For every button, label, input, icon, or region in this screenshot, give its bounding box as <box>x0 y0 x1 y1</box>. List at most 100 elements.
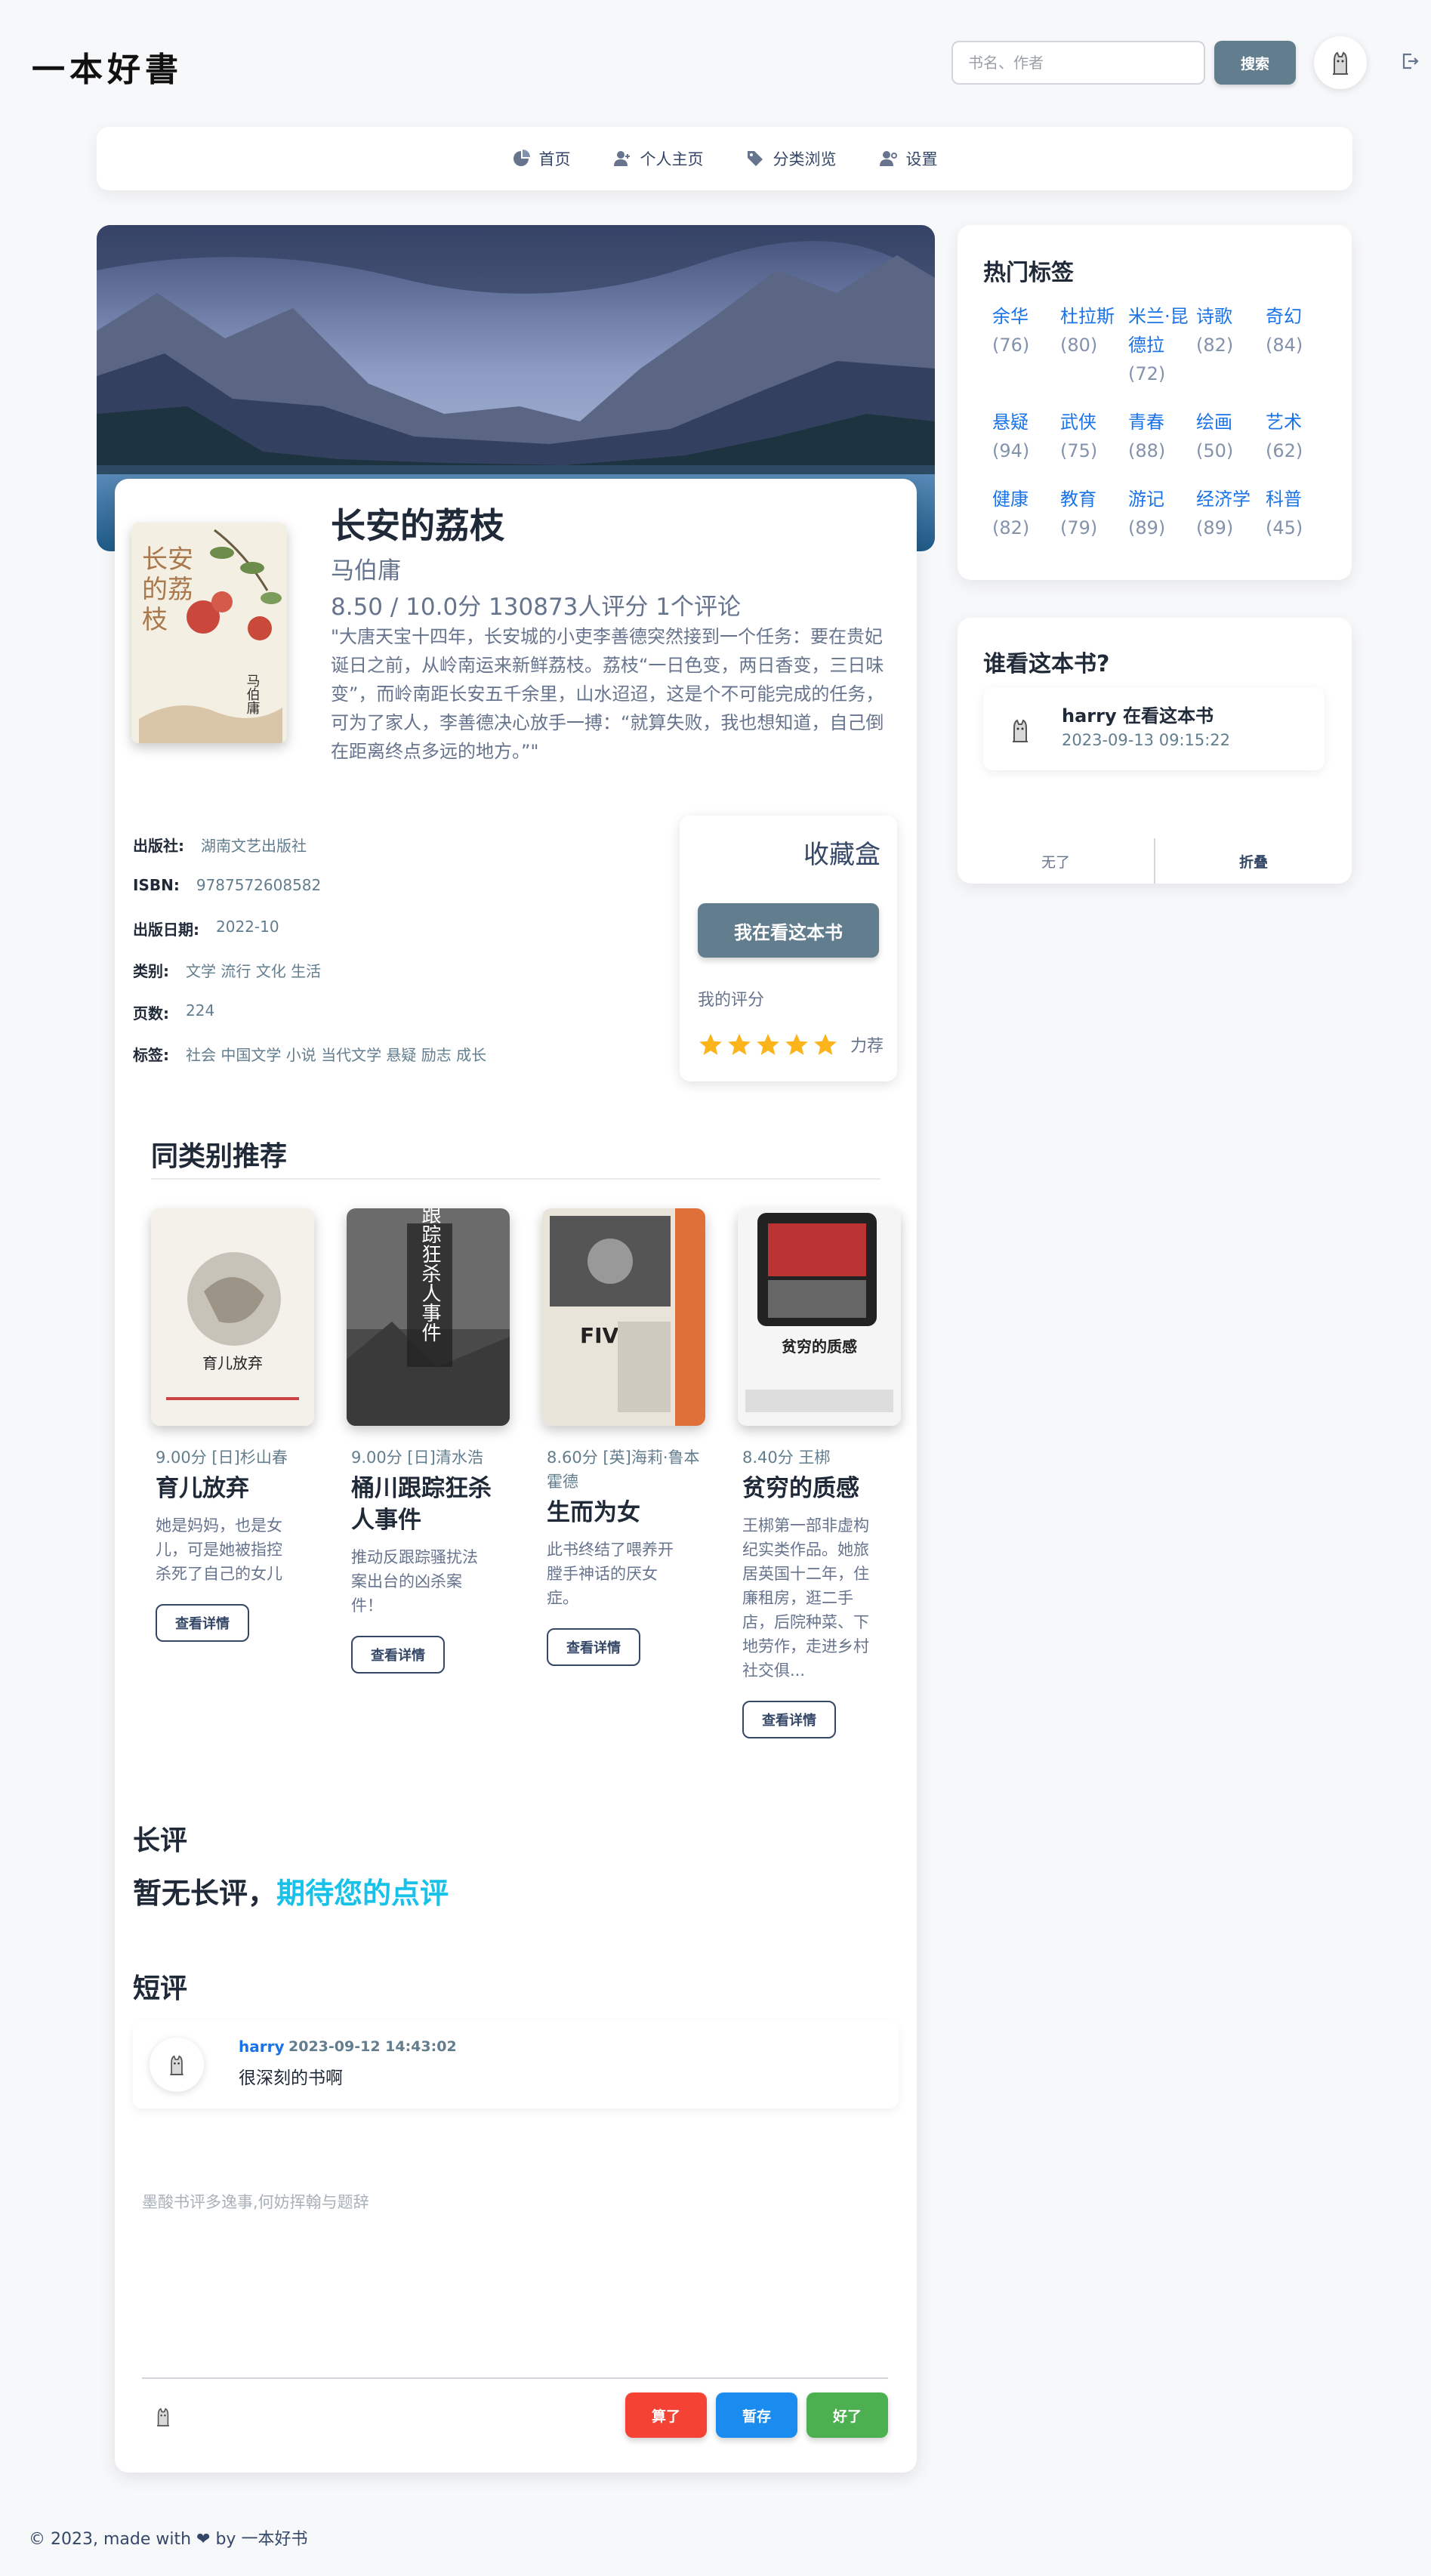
tag-link[interactable]: 悬疑 (94) <box>992 408 1056 465</box>
tag-link[interactable]: 健康 (82) <box>992 485 1056 542</box>
recommended-book: 育儿放弃 9.00分 [日]杉山春 育儿放弃 她是妈妈，也是女儿，可是她被指控杀… <box>151 1208 332 1642</box>
view-details-button[interactable]: 查看详情 <box>156 1604 249 1642</box>
reader-item: harry 在看这本书 2023-09-13 09:15:22 <box>983 687 1325 770</box>
tag-link[interactable]: 奇幻 (84) <box>1266 302 1329 359</box>
book-rating-summary: 8.50 / 10.0分 130873人评分 1个评论 <box>331 594 741 621</box>
rating-text: 力荐 <box>850 1037 884 1056</box>
recommended-book-desc: 此书终结了喂养开膛手神话的厌女症。 <box>547 1541 674 1607</box>
cat-avatar-icon <box>157 2408 169 2426</box>
tag-link[interactable]: 游记 (89) <box>1128 485 1192 542</box>
search-button[interactable]: 搜索 <box>1214 41 1296 85</box>
user-avatar[interactable] <box>1314 36 1367 89</box>
comment-avatar[interactable] <box>150 2038 204 2092</box>
info-value[interactable]: 社会 中国文学 小说 当代文学 悬疑 励志 成长 <box>186 1043 486 1065</box>
page-footer: © 2023, made with ❤ by 一本好书 <box>29 2530 308 2549</box>
tag-link[interactable]: 武侠 (75) <box>1060 408 1124 465</box>
save-draft-button[interactable]: 暂存 <box>716 2392 797 2438</box>
info-value[interactable]: 文学 流行 文化 生活 <box>186 959 321 981</box>
recommended-book-desc: 王梆第一部非虚构纪实类作品。她旅居英国十二年，住廉租房，逛二手店，后院种菜、下地… <box>742 1516 869 1680</box>
recommended-book-title[interactable]: 生而为女 <box>542 1497 701 1529</box>
star-icon[interactable] <box>755 1032 781 1057</box>
recommended-book-cover[interactable]: 桶川跟踪狂杀人事件 <box>347 1208 510 1426</box>
collapse-button[interactable]: 折叠 <box>1155 838 1352 884</box>
recommended-book-cover[interactable]: 贫穷的质感 <box>738 1208 901 1426</box>
nav-item-label: 分类浏览 <box>773 150 837 168</box>
cover-text: 贫穷的质感 <box>782 1337 857 1356</box>
view-details-button[interactable]: 查看详情 <box>351 1636 445 1674</box>
review-editor[interactable] <box>133 2175 888 2379</box>
tag-icon <box>747 151 763 166</box>
no-long-review-message: 暂无长评，期待您的点评 <box>133 1870 449 1911</box>
write-review-link[interactable]: 期待您的点评 <box>276 1877 449 1910</box>
tag-name: 健康 <box>992 489 1029 510</box>
info-value: 9787572608582 <box>196 876 322 894</box>
recommended-book-title[interactable]: 育儿放弃 <box>151 1473 310 1504</box>
tag-link[interactable]: 诗歌 (82) <box>1196 302 1260 359</box>
view-details-button[interactable]: 查看详情 <box>547 1628 640 1666</box>
rating-stars[interactable]: 力荐 <box>698 1032 884 1057</box>
recommended-book-desc: 推动反跟踪骚扰法案出台的凶杀案件！ <box>351 1548 478 1615</box>
submit-button[interactable]: 好了 <box>806 2392 888 2438</box>
tag-name: 经济学 <box>1196 489 1251 510</box>
logout-icon[interactable] <box>1399 50 1421 72</box>
recommended-book-cover[interactable]: FIVE <box>542 1208 705 1426</box>
book-author[interactable]: 马伯庸 <box>331 551 401 585</box>
nav-item-settings[interactable]: 设置 <box>879 147 938 170</box>
info-label: 页数: <box>133 1004 169 1023</box>
recommended-book-meta: 8.60分 [英]海莉·鲁本霍德 <box>547 1448 700 1491</box>
info-publisher: 出版社: 湖南文艺出版社 <box>133 834 307 856</box>
similar-section-title: 同类别推荐 <box>151 1141 288 1172</box>
recommended-book-title[interactable]: 贫穷的质感 <box>738 1473 896 1504</box>
svg-text:枝: 枝 <box>142 605 168 635</box>
info-value[interactable]: 湖南文艺出版社 <box>201 834 307 856</box>
no-more-button[interactable]: 无了 <box>958 838 1155 884</box>
main-nav: 首页 个人主页 分类浏览 设置 <box>97 127 1352 190</box>
user-icon <box>613 151 630 166</box>
tag-count: (84) <box>1266 335 1303 356</box>
tag-count: (62) <box>1266 440 1303 461</box>
tag-link[interactable]: 教育 (79) <box>1060 485 1124 542</box>
tag-count: (76) <box>992 335 1030 356</box>
recommended-book-cover[interactable]: 育儿放弃 <box>151 1208 314 1426</box>
tag-count: (82) <box>992 517 1030 538</box>
divider <box>151 1178 880 1180</box>
tag-link[interactable]: 余华 (76) <box>992 302 1056 359</box>
cancel-button[interactable]: 算了 <box>625 2392 707 2438</box>
nav-item-profile[interactable]: 个人主页 <box>613 147 704 170</box>
divider <box>142 2377 888 2379</box>
search-input[interactable] <box>951 41 1205 85</box>
tag-link[interactable]: 米兰·昆德拉 (72) <box>1128 302 1192 388</box>
comment-item: harry 2023-09-12 14:43:02 很深刻的书啊 <box>133 2021 899 2109</box>
info-publish-date: 出版日期: 2022-10 <box>133 918 279 939</box>
nav-item-label: 设置 <box>905 150 938 168</box>
tag-link[interactable]: 艺术 (62) <box>1266 408 1329 465</box>
info-label: 出版社: <box>133 837 184 855</box>
nav-item-label: 个人主页 <box>640 150 704 168</box>
reading-now-button[interactable]: 我在看这本书 <box>698 903 879 958</box>
tag-count: (88) <box>1128 440 1166 461</box>
recommended-book-meta: 9.00分 [日]清水浩 <box>351 1448 483 1467</box>
info-label: ISBN: <box>133 876 180 894</box>
view-details-button[interactable]: 查看详情 <box>742 1701 836 1738</box>
nav-item-browse[interactable]: 分类浏览 <box>746 147 837 170</box>
tag-link[interactable]: 杜拉斯 (80) <box>1060 302 1124 359</box>
tag-count: (72) <box>1128 363 1166 384</box>
star-icon[interactable] <box>813 1032 838 1057</box>
tag-name: 科普 <box>1266 489 1302 510</box>
tag-link[interactable]: 绘画 (50) <box>1196 408 1260 465</box>
nav-item-home[interactable]: 首页 <box>512 147 571 170</box>
tag-name: 余华 <box>992 306 1029 327</box>
tag-name: 教育 <box>1060 489 1096 510</box>
comment-username[interactable]: harry <box>239 2038 285 2056</box>
cat-avatar-icon <box>170 2055 184 2075</box>
star-icon[interactable] <box>698 1032 723 1057</box>
tag-link[interactable]: 科普 (45) <box>1266 485 1329 542</box>
star-icon[interactable] <box>784 1032 810 1057</box>
tag-name: 米兰·昆德拉 <box>1128 306 1189 356</box>
tag-link[interactable]: 经济学 (89) <box>1196 485 1260 542</box>
recommended-book-title[interactable]: 桶川跟踪狂杀人事件 <box>347 1473 505 1536</box>
tag-link[interactable]: 青春 (88) <box>1128 408 1192 465</box>
recommended-book: FIVE 8.60分 [英]海莉·鲁本霍德 生而为女 此书终结了喂养开膛手神话的… <box>542 1208 723 1666</box>
star-icon[interactable] <box>726 1032 752 1057</box>
site-logo[interactable]: 一本好書 <box>32 42 183 91</box>
